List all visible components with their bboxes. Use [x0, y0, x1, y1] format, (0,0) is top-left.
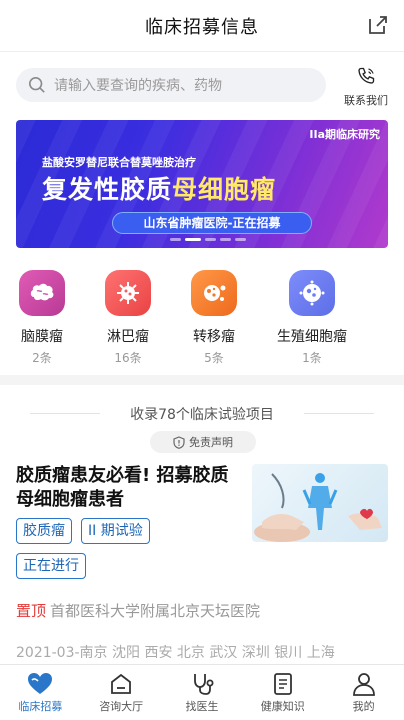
- phone-icon: [358, 67, 375, 84]
- disclaimer-button[interactable]: 免责声明: [150, 431, 256, 453]
- tab-label: 临床招募: [18, 700, 63, 713]
- category-count: 5条: [204, 351, 224, 365]
- banner-hospital-pill: 山东省肿瘤医院-正在招募: [112, 212, 312, 234]
- tab-label: 找医生: [185, 700, 219, 713]
- tab-label: 我的: [352, 700, 375, 713]
- pinned-label: 置顶: [16, 602, 47, 620]
- category-count: 16条: [114, 351, 142, 365]
- search-input[interactable]: 请输入要查询的疾病、药物: [16, 68, 326, 102]
- carousel-dot[interactable]: [220, 238, 231, 241]
- tag-glioma[interactable]: 胶质瘤: [16, 518, 72, 544]
- tag-status[interactable]: 正在进行: [16, 553, 86, 579]
- category-name: 生殖细胞瘤: [277, 329, 347, 345]
- virus-icon: [191, 270, 237, 316]
- collection-header: 收录78个临床试验项目: [0, 404, 404, 424]
- carousel-dot[interactable]: [235, 238, 246, 241]
- banner-phase-tag: IIa期临床研究: [309, 128, 380, 141]
- banner-headline-part1: 复发性胶质: [42, 175, 173, 204]
- carousel-dot-active[interactable]: [185, 238, 201, 241]
- stethoscope-icon: [194, 674, 214, 695]
- category-germ-cell[interactable]: 生殖细胞瘤 1条: [270, 270, 354, 366]
- trial-thumbnail: [252, 464, 388, 542]
- trial-cities: 2021-03-南京 沈阳 西安 北京 武汉 深圳 银川 上海: [16, 645, 335, 661]
- banner-headline-part2: 母细胞瘤: [172, 175, 277, 204]
- category-name: 淋巴瘤: [107, 329, 149, 345]
- banner-headline: 复发性胶质母细胞瘤: [42, 170, 276, 206]
- search-row: 请输入要查询的疾病、药物 联系我们: [0, 62, 404, 112]
- tab-clinical-recruit[interactable]: 临床招募: [0, 665, 81, 720]
- category-count: 2条: [32, 351, 52, 365]
- collection-title: 收录78个临床试验项目: [130, 407, 274, 423]
- top-bar: 临床招募信息: [0, 0, 404, 52]
- category-name: 脑膜瘤: [21, 329, 63, 345]
- contact-us-label: 联系我们: [344, 94, 388, 107]
- page-title: 临床招募信息: [145, 16, 259, 38]
- tab-label: 健康知识: [260, 700, 305, 713]
- category-name: 转移瘤: [193, 329, 235, 345]
- carousel-dot[interactable]: [170, 238, 181, 241]
- contact-us-button[interactable]: 联系我们: [336, 66, 396, 108]
- tag-phase[interactable]: II 期试验: [81, 518, 150, 544]
- section-divider: [0, 375, 404, 385]
- tab-consult-hall[interactable]: 咨询大厅: [81, 665, 162, 720]
- carousel-dot[interactable]: [205, 238, 216, 241]
- tab-mine[interactable]: 我的: [323, 665, 404, 720]
- divider-line: [30, 413, 100, 414]
- hospital-name: 首都医科大学附属北京天坛医院: [50, 602, 261, 620]
- category-lymphoma[interactable]: 淋巴瘤 16条: [86, 270, 170, 366]
- trial-card[interactable]: 胶质瘤患友必看! 招募胶质母细胞瘤患者 胶质瘤 II 期试验 正在进行: [0, 462, 404, 592]
- disclaimer-label: 免责声明: [189, 436, 233, 449]
- cell-icon: [289, 270, 335, 316]
- category-grid: 脑膜瘤 2条 淋巴瘤 16条 转移瘤 5条 生殖细胞瘤 1条: [0, 270, 404, 370]
- search-icon: [28, 76, 45, 93]
- trial-title: 胶质瘤患友必看! 招募胶质母细胞瘤患者: [16, 465, 229, 510]
- category-meningioma[interactable]: 脑膜瘤 2条: [0, 270, 84, 366]
- tab-health-knowledge[interactable]: 健康知识: [242, 665, 323, 720]
- category-metastatic[interactable]: 转移瘤 5条: [172, 270, 256, 366]
- tab-find-doctor[interactable]: 找医生: [162, 665, 243, 720]
- chat-icon: [111, 673, 132, 694]
- divider-line: [304, 413, 374, 414]
- brain-icon: [19, 270, 65, 316]
- trial-hospital-row: 置顶 首都医科大学附属北京天坛医院: [16, 600, 260, 621]
- banner-drug-text: 盐酸安罗替尼联合替莫唑胺治疗: [42, 156, 196, 169]
- tab-label: 咨询大厅: [99, 700, 144, 713]
- category-count: 1条: [302, 351, 322, 365]
- carousel-indicator: [170, 238, 246, 241]
- share-icon[interactable]: [366, 13, 390, 37]
- book-icon: [273, 673, 292, 695]
- heart-icon: [28, 673, 53, 694]
- search-placeholder: 请输入要查询的疾病、药物: [54, 78, 222, 94]
- bottom-tab-bar: 临床招募 咨询大厅 找医生 健康知识 我的: [0, 664, 404, 720]
- lymph-icon: [105, 270, 151, 316]
- promo-banner[interactable]: IIa期临床研究 盐酸安罗替尼联合替莫唑胺治疗 复发性胶质母细胞瘤 山东省肿瘤医…: [16, 120, 388, 248]
- user-icon: [352, 673, 375, 696]
- doctor-illustration: [254, 473, 382, 542]
- shield-icon: [173, 435, 185, 449]
